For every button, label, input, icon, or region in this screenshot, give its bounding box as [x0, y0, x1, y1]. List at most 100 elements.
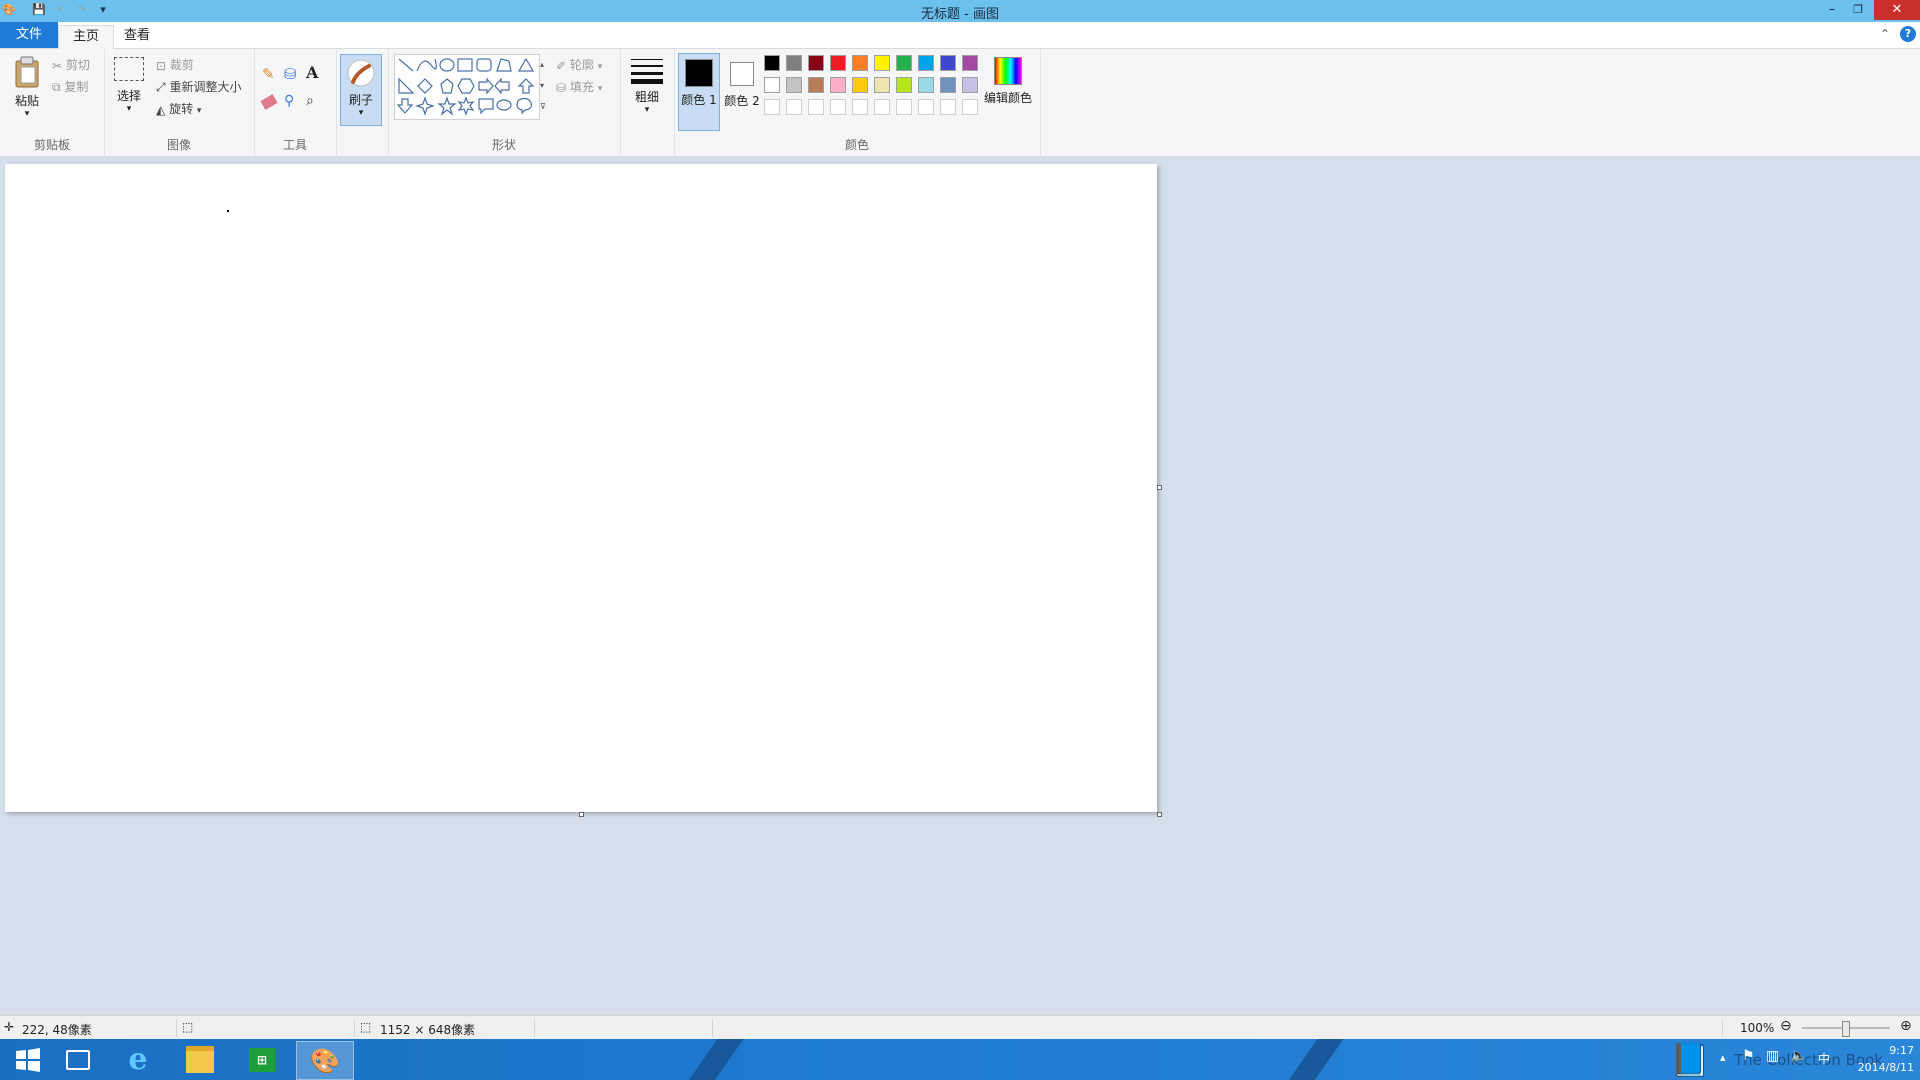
color1-button[interactable]: 颜色 1	[678, 53, 720, 131]
color2-button[interactable]: 颜色 2	[722, 53, 762, 129]
edit-colors-button[interactable]: 编辑颜色	[980, 57, 1036, 106]
size-label: 粗细	[634, 90, 659, 104]
clipboard-group: 粘贴 ▾ ✂ 剪切 ⧉ 复制 剪贴板	[0, 49, 105, 156]
zoom-in-icon[interactable]: ⊕	[1900, 1018, 1912, 1034]
show-hidden-icons[interactable]: ▴	[1720, 1051, 1726, 1064]
taskbar-explorer[interactable]	[172, 1041, 228, 1078]
shapes-gallery[interactable]	[394, 54, 540, 120]
palette-color-swatch[interactable]	[852, 77, 868, 93]
palette-color-swatch[interactable]	[830, 55, 846, 71]
crop-button[interactable]: ⊡ 裁剪	[156, 56, 194, 73]
network-icon[interactable]: ▥	[1766, 1048, 1779, 1064]
action-center-flag-icon[interactable]: ⚑	[1742, 1048, 1755, 1064]
color-picker-icon[interactable]: ⚲	[284, 93, 294, 109]
select-icon	[114, 57, 144, 81]
palette-custom-slot[interactable]	[852, 99, 868, 115]
palette-custom-slot[interactable]	[786, 99, 802, 115]
palette-color-swatch[interactable]	[940, 55, 956, 71]
palette-custom-slot[interactable]	[808, 99, 824, 115]
palette-color-swatch[interactable]	[918, 55, 934, 71]
copy-button[interactable]: ⧉ 复制	[52, 78, 88, 95]
resize-handle-bottom[interactable]	[579, 812, 584, 817]
palette-color-swatch[interactable]	[962, 77, 978, 93]
taskbar-store[interactable]: ⊞	[234, 1041, 290, 1078]
brushes-dropdown-icon: ▾	[358, 108, 364, 118]
color1-swatch	[685, 59, 713, 87]
paste-button[interactable]: 粘贴 ▾	[10, 55, 44, 125]
tab-view[interactable]: 查看	[110, 25, 164, 47]
taskbar: e ⊞ 🎨 📘 The Collection Book ▴ ⚑ ▥ 🔈 中 9:…	[0, 1039, 1920, 1080]
palette-custom-slot[interactable]	[940, 99, 956, 115]
cut-button[interactable]: ✂ 剪切	[52, 56, 90, 73]
palette-custom-slot[interactable]	[962, 99, 978, 115]
task-view-button[interactable]	[50, 1041, 106, 1078]
palette-color-swatch[interactable]	[786, 77, 802, 93]
palette-color-swatch[interactable]	[896, 55, 912, 71]
start-button[interactable]	[0, 1041, 56, 1078]
palette-color-swatch[interactable]	[874, 55, 890, 71]
size-button[interactable]: 粗细 ▾	[628, 55, 666, 115]
pencil-icon[interactable]: ✎	[262, 65, 275, 83]
paste-dropdown-icon: ▾	[24, 109, 30, 119]
zoom-slider-thumb[interactable]	[1842, 1021, 1850, 1037]
palette-color-swatch[interactable]	[830, 77, 846, 93]
watermark-book-icon: 📘	[1670, 1041, 1710, 1079]
size-group: 粗细 ▾	[620, 49, 675, 156]
palette-color-swatch[interactable]	[808, 77, 824, 93]
taskbar-paint[interactable]: 🎨	[296, 1041, 354, 1080]
taskbar-ie[interactable]: e	[110, 1041, 166, 1078]
shapes-group-label: 形状	[491, 138, 516, 152]
resize-handle-corner[interactable]	[1157, 812, 1162, 817]
zoom-out-icon[interactable]: ⊖	[1780, 1018, 1792, 1034]
palette-color-swatch[interactable]	[764, 77, 780, 93]
palette-color-swatch[interactable]	[918, 77, 934, 93]
clock[interactable]: 9:17 2014/8/11	[1846, 1042, 1914, 1076]
close-button[interactable]: ✕	[1874, 0, 1920, 20]
palette-color-swatch[interactable]	[786, 55, 802, 71]
minimize-ribbon-icon[interactable]: ⌃	[1880, 27, 1890, 41]
brushes-button[interactable]: 刷子 ▾	[340, 54, 382, 126]
palette-color-swatch[interactable]	[808, 55, 824, 71]
ime-indicator[interactable]: 中	[1818, 1050, 1830, 1067]
palette-custom-slot[interactable]	[764, 99, 780, 115]
help-icon[interactable]: ?	[1900, 26, 1916, 42]
image-group-label: 图像	[166, 138, 191, 152]
status-separator	[176, 1019, 177, 1037]
crop-label: 裁剪	[169, 58, 194, 72]
palette-custom-slot[interactable]	[896, 99, 912, 115]
palette-custom-slot[interactable]	[874, 99, 890, 115]
palette-custom-slot[interactable]	[918, 99, 934, 115]
palette-color-swatch[interactable]	[962, 55, 978, 71]
fill-label: 填充	[569, 80, 594, 94]
volume-icon[interactable]: 🔈	[1790, 1048, 1807, 1064]
restore-button[interactable]: ❐	[1838, 0, 1878, 20]
title-bar: 🎨 💾 ↶ ↷ ▾ 无标题 - 画图 – ❐ ✕	[0, 0, 1920, 22]
clipboard-group-label: 剪贴板	[33, 138, 70, 152]
palette-color-swatch[interactable]	[896, 77, 912, 93]
palette-color-swatch[interactable]	[874, 77, 890, 93]
magnifier-icon[interactable]: ⌕	[306, 93, 314, 109]
outline-button[interactable]: ✐ 轮廓 ▾	[556, 56, 602, 73]
select-label: 选择	[116, 89, 141, 103]
canvas-size: 1152 × 648像素	[380, 1023, 476, 1037]
select-button[interactable]: 选择 ▾	[112, 57, 146, 114]
shapes-scroll[interactable]: ▴ ▾ ⊽	[540, 54, 550, 118]
palette-color-swatch[interactable]	[940, 77, 956, 93]
fill-bucket-icon[interactable]: ⛁	[284, 65, 297, 83]
tab-home[interactable]: 主页	[58, 25, 115, 49]
status-separator	[354, 1019, 355, 1037]
drawn-dot	[227, 210, 229, 212]
colors-group-label: 颜色	[844, 138, 869, 152]
palette-custom-slot[interactable]	[830, 99, 846, 115]
drawing-canvas[interactable]	[5, 164, 1157, 812]
palette-color-swatch[interactable]	[852, 55, 868, 71]
rotate-button[interactable]: ◭ 旋转 ▾	[156, 100, 201, 117]
palette-color-swatch[interactable]	[764, 55, 780, 71]
tab-file[interactable]: 文件	[0, 22, 59, 48]
resize-button[interactable]: ⤢ 重新调整大小	[156, 78, 241, 95]
clock-time: 9:17	[1889, 1044, 1914, 1057]
resize-handle-right[interactable]	[1157, 485, 1162, 490]
fill-button[interactable]: ⛁ 填充 ▾	[556, 78, 602, 95]
text-tool-icon[interactable]: A	[306, 63, 318, 82]
eraser-icon[interactable]	[260, 94, 278, 110]
